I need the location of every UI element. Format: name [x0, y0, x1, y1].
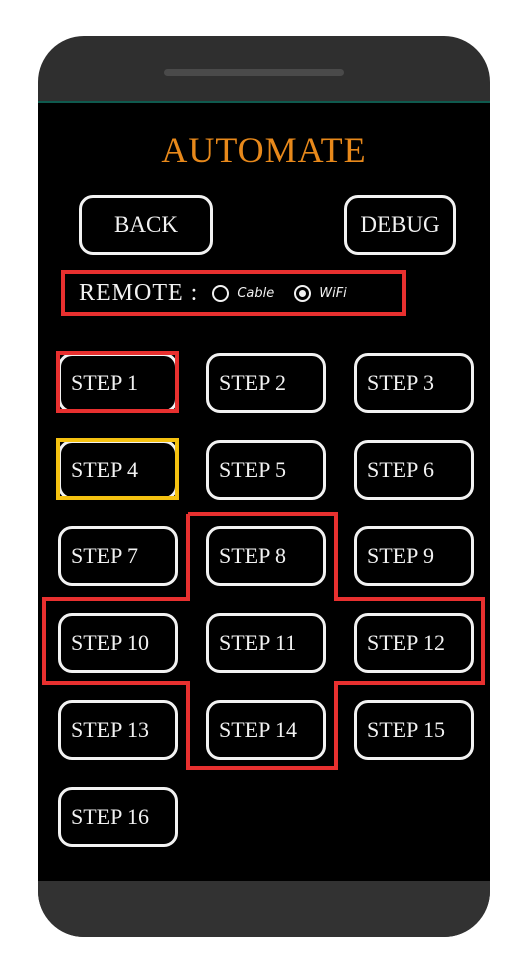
radio-cable[interactable]: Cable	[212, 284, 275, 302]
app-screen: AUTOMATE BACK DEBUG REMOTE : Cable WiFi …	[38, 101, 490, 883]
phone-frame: AUTOMATE BACK DEBUG REMOTE : Cable WiFi …	[38, 36, 490, 937]
step-13-button[interactable]: STEP 13	[58, 700, 178, 760]
step-6-button[interactable]: STEP 6	[354, 440, 474, 500]
step-10-button[interactable]: STEP 10	[58, 613, 178, 673]
step-8-button[interactable]: STEP 8	[206, 526, 326, 586]
step-1-button[interactable]: STEP 1	[58, 353, 178, 413]
page-title: AUTOMATE	[161, 130, 367, 170]
step-4-button[interactable]: STEP 4	[58, 440, 178, 500]
step-3-button[interactable]: STEP 3	[354, 353, 474, 413]
debug-button[interactable]: DEBUG	[344, 195, 456, 255]
remote-selector: REMOTE : Cable WiFi	[61, 270, 406, 316]
step-11-button[interactable]: STEP 11	[206, 613, 326, 673]
step-7-button[interactable]: STEP 7	[58, 526, 178, 586]
navigation-bar	[38, 881, 490, 937]
step-5-button[interactable]: STEP 5	[206, 440, 326, 500]
back-button[interactable]: BACK	[79, 195, 213, 255]
step-15-button[interactable]: STEP 15	[354, 700, 474, 760]
step-14-button[interactable]: STEP 14	[206, 700, 326, 760]
radio-wifi-label: WiFi	[319, 285, 347, 301]
speaker-grille	[164, 69, 344, 76]
step-12-button[interactable]: STEP 12	[354, 613, 474, 673]
step-9-button[interactable]: STEP 9	[354, 526, 474, 586]
step-2-button[interactable]: STEP 2	[206, 353, 326, 413]
radio-cable-label: Cable	[237, 285, 275, 301]
remote-label: REMOTE :	[79, 279, 199, 306]
radio-wifi[interactable]: WiFi	[294, 284, 347, 302]
radio-unchecked-icon[interactable]	[212, 284, 230, 302]
radio-checked-icon[interactable]	[294, 284, 312, 302]
step-16-button[interactable]: STEP 16	[58, 787, 178, 847]
